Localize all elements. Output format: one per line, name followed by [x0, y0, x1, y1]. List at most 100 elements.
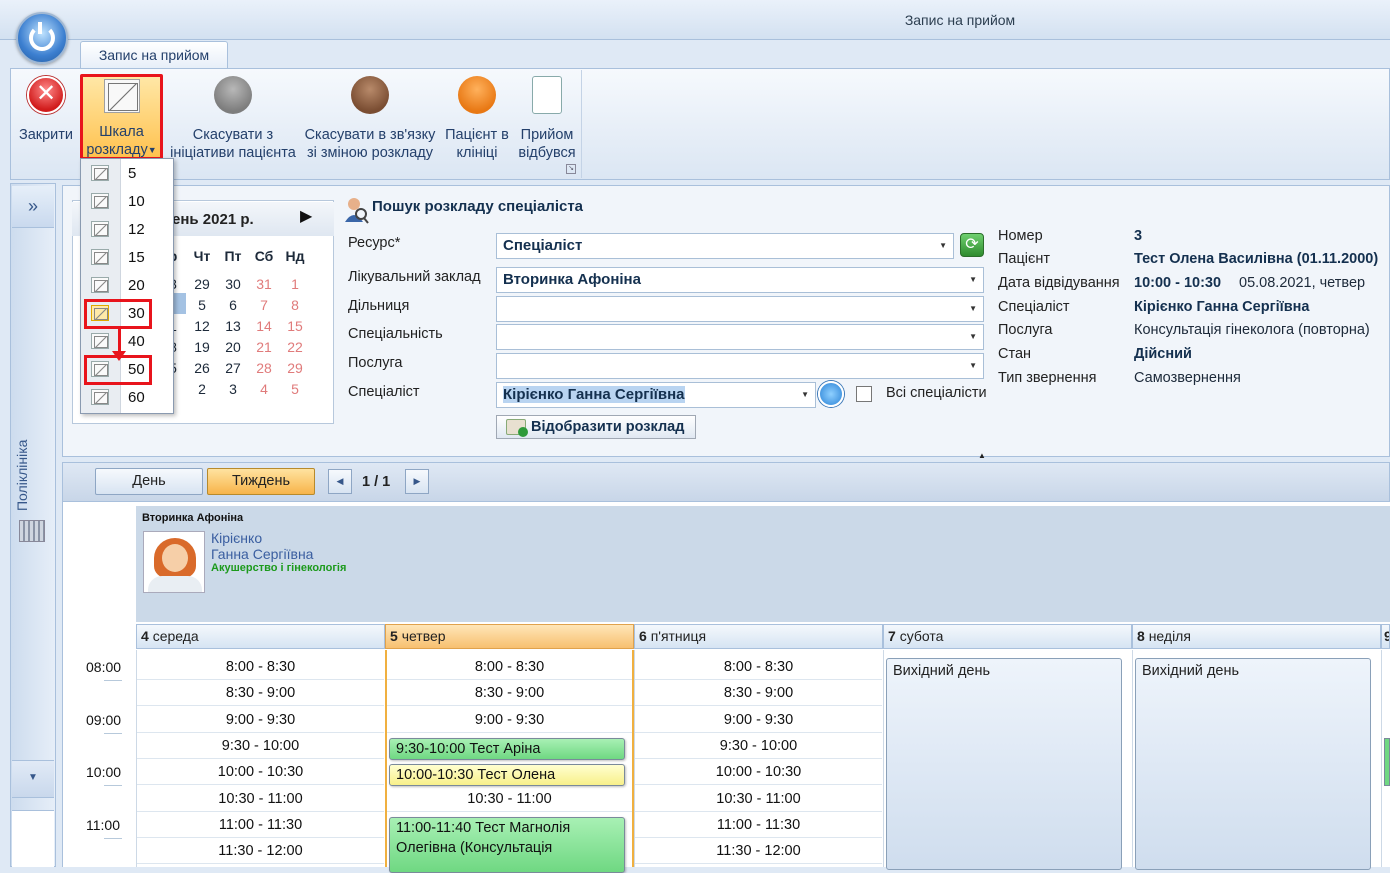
time-slot[interactable]: 10:00 - 10:30 — [137, 759, 384, 786]
appointment-selected[interactable]: 10:00-10:30 Тест Олена — [389, 764, 625, 786]
date-label: Дата відвідування — [998, 275, 1120, 291]
scale-icon — [91, 389, 109, 405]
day-header[interactable]: 9 — [1381, 624, 1390, 649]
time-slot[interactable]: 8:00 - 8:30 — [635, 654, 882, 680]
time-slot[interactable]: 11:00 - 11:30 — [635, 812, 882, 838]
calendar-day[interactable]: 30 — [220, 276, 246, 292]
calendar-day[interactable]: 27 — [220, 360, 246, 376]
refresh-icon[interactable]: ⟳ — [960, 233, 984, 257]
sidebar-label[interactable]: Поліклініка — [14, 430, 54, 520]
calendar-day[interactable]: 29 — [282, 360, 308, 376]
calendar-day[interactable]: 8 — [282, 297, 308, 313]
group-launcher-icon[interactable]: ↘ — [566, 164, 576, 174]
calendar-day[interactable]: 4 — [251, 381, 277, 397]
day-header[interactable]: 7 субота — [883, 624, 1132, 649]
day-header[interactable]: 4 середа — [136, 624, 385, 649]
app-menu-button[interactable] — [16, 12, 68, 64]
appointment-partial[interactable] — [1384, 738, 1390, 786]
all-specialists-checkbox[interactable] — [856, 386, 872, 402]
ribbon-tab-appointment[interactable]: Запис на прийом — [80, 41, 228, 69]
scale-option-40[interactable]: 40 — [81, 328, 173, 356]
calendar-day[interactable]: 12 — [189, 318, 215, 334]
time-slot[interactable]: 8:00 - 8:30 — [137, 654, 384, 680]
calendar-day[interactable]: 22 — [282, 339, 308, 355]
calendar-day[interactable]: 5 — [189, 297, 215, 313]
time-slot[interactable]: 8:30 - 9:00 — [137, 680, 384, 707]
day-off-block[interactable]: Вихідний день — [886, 658, 1122, 870]
district-select[interactable]: ▼ — [496, 296, 984, 322]
calendar-day[interactable]: 21 — [251, 339, 277, 355]
time-slot[interactable]: 10:30 - 11:00 — [635, 786, 882, 812]
specialist-select[interactable]: Кірієнко Ганна Сергіївна ▼ — [496, 382, 816, 408]
time-slot[interactable]: 11:30 - 12:00 — [137, 838, 384, 865]
calendar-day[interactable]: 2 — [189, 381, 215, 397]
cancel-by-schedule-button[interactable]: Скасувати в зв'язку зі зміною розкладу — [300, 74, 440, 162]
patient-in-clinic-button[interactable]: Пацієнт в клініці — [442, 74, 512, 162]
calendar-day[interactable]: 29 — [189, 276, 215, 292]
service-select[interactable]: ▼ — [496, 353, 984, 379]
facility-select[interactable]: Вторинка Афоніна ▼ — [496, 267, 984, 293]
scale-option-60[interactable]: 60 — [81, 384, 173, 412]
calendar-day[interactable]: 20 — [220, 339, 246, 355]
time-slot[interactable]: 11:30 - 12:00 — [635, 838, 882, 865]
cancel-by-patient-button[interactable]: Скасувати з ініціативи пацієнта — [168, 74, 298, 162]
scale-icon — [103, 79, 140, 113]
specialty-select[interactable]: ▼ — [496, 324, 984, 350]
prev-page-button[interactable]: ◀ — [328, 469, 352, 494]
day-header[interactable]: 8 неділя — [1132, 624, 1381, 649]
appointment-line: 11:00-11:40 Тест Магнолія — [396, 820, 571, 836]
scale-label-1: Шкала — [99, 124, 144, 140]
view-week-button[interactable]: Тиждень — [207, 468, 315, 495]
time-slot[interactable]: 10:30 - 11:00 — [137, 786, 384, 812]
sidebar-dropdown-button[interactable]: ▼ — [12, 760, 54, 798]
time-slot[interactable]: 10:00 - 10:30 — [635, 759, 882, 786]
calendar-day[interactable]: 26 — [189, 360, 215, 376]
cancel-patient-label-1: Скасувати з — [192, 127, 274, 143]
calendar-day[interactable]: 6 — [220, 297, 246, 313]
next-page-button[interactable]: ▶ — [405, 469, 429, 494]
view-day-button[interactable]: День — [95, 468, 203, 495]
specialists-icon[interactable] — [818, 381, 844, 407]
time-slot[interactable]: 8:30 - 9:00 — [635, 680, 882, 707]
collapse-icon[interactable]: ▲ — [978, 451, 986, 460]
calendar-day[interactable]: 14 — [251, 318, 277, 334]
day-header[interactable]: 6 п'ятниця — [634, 624, 883, 649]
scale-option-20[interactable]: 20 — [81, 272, 173, 300]
calendar-day[interactable]: 1 — [282, 276, 308, 292]
clinic-icon[interactable] — [19, 520, 45, 542]
time-slot[interactable]: 9:30 - 10:00 — [137, 733, 384, 759]
time-slot[interactable]: 9:00 - 9:30 — [137, 707, 384, 733]
time-slot[interactable]: 9:00 - 9:30 — [635, 707, 882, 733]
calendar-day[interactable]: 31 — [251, 276, 277, 292]
day-off-block[interactable]: Вихідний день — [1135, 658, 1371, 870]
scale-option-label: 60 — [128, 389, 145, 406]
calendar-day[interactable]: 15 — [282, 318, 308, 334]
calendar-day[interactable]: 13 — [220, 318, 246, 334]
schedule-scale-button[interactable]: Шкала розкладу▼ — [80, 74, 163, 160]
scale-option-12[interactable]: 12 — [81, 216, 173, 244]
calendar-day[interactable]: 7 — [251, 297, 277, 313]
doctor-org: Вторинка Афоніна — [142, 512, 244, 524]
appointment[interactable]: 9:30-10:00 Тест Аріна — [389, 738, 625, 760]
scale-option-15[interactable]: 15 — [81, 244, 173, 272]
appointment[interactable]: 11:00-11:40 Тест Магнолія Олегівна (Консу… — [389, 817, 625, 873]
calendar-day[interactable]: 28 — [251, 360, 277, 376]
chevron-down-icon: ▼ — [969, 275, 977, 284]
scale-option-10[interactable]: 10 — [81, 188, 173, 216]
time-slot[interactable]: 11:00 - 11:30 — [137, 812, 384, 838]
calendar-day[interactable]: 19 — [189, 339, 215, 355]
resource-select[interactable]: Спеціаліст ▼ — [496, 233, 954, 259]
appointment-done-button[interactable]: Прийом відбувся — [514, 74, 580, 162]
scale-icon — [91, 193, 109, 209]
doctor-specialty: Акушерство і гінекологія — [211, 562, 347, 574]
close-button[interactable]: ✕ Закрити — [16, 74, 76, 144]
time-slot[interactable]: 9:30 - 10:00 — [635, 733, 882, 759]
info-specialist-label: Спеціаліст — [998, 299, 1070, 315]
expand-sidebar-button[interactable]: » — [12, 186, 54, 228]
calendar-day[interactable]: 3 — [220, 381, 246, 397]
day-header-today[interactable]: 5 четвер — [385, 624, 634, 649]
calendar-day[interactable]: 5 — [282, 381, 308, 397]
calendar-next-button[interactable]: ▶ — [300, 206, 312, 226]
hour-label: 09:00 — [86, 712, 122, 728]
scale-option-5[interactable]: 5 — [81, 160, 173, 188]
